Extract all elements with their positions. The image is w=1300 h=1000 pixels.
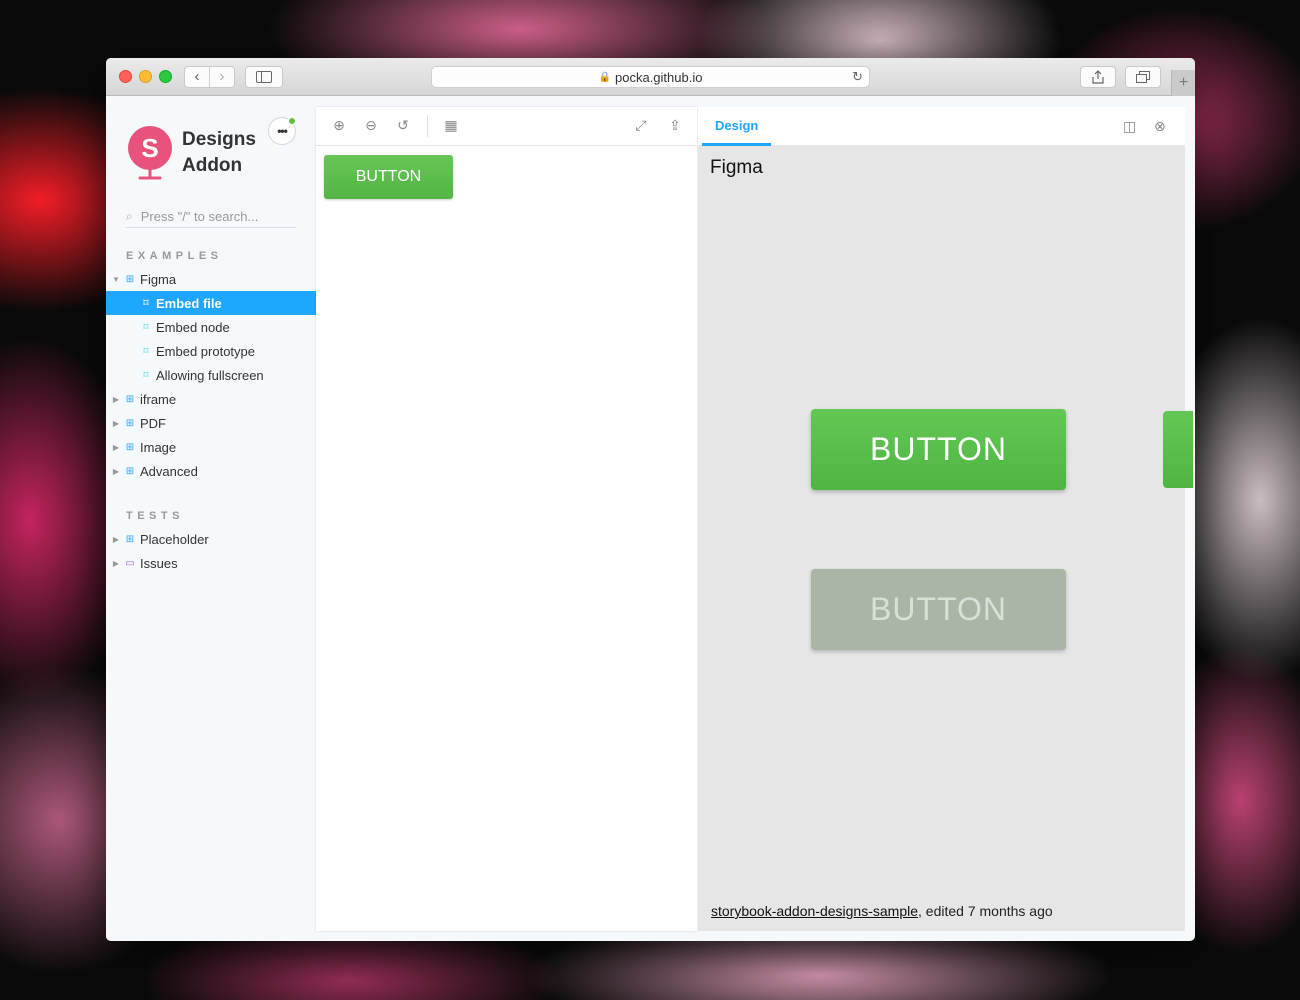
- svg-text:S: S: [141, 133, 158, 163]
- caret-right-icon: ▶: [112, 534, 120, 544]
- tabs-overview-button[interactable]: [1125, 66, 1161, 88]
- tree-item-label: Embed node: [156, 319, 230, 335]
- caret-right-icon: ▶: [112, 558, 120, 568]
- tree-item-label: Image: [140, 439, 177, 455]
- tree-item-label: Issues: [140, 555, 178, 571]
- component-icon: ⊞: [125, 465, 135, 477]
- sidebar-icon: [256, 71, 272, 83]
- edited-text: , edited 7 months ago: [918, 903, 1053, 919]
- lock-icon: 🔒: [598, 71, 611, 83]
- design-addon-panel: Design ◫ ⊗ Figma BUTTON BUTTON storybook…: [698, 107, 1193, 931]
- zoom-window-button[interactable]: [159, 70, 172, 83]
- tab-design[interactable]: Design: [702, 107, 772, 146]
- zoom-in-icon[interactable]: ⊕: [330, 117, 348, 134]
- addon-panel-header: Design ◫ ⊗: [698, 107, 1185, 146]
- sidebar: S Designs Addon ••• ⌕ Press "/" to searc…: [106, 97, 316, 941]
- reload-icon[interactable]: ↻: [852, 69, 863, 85]
- url-text: pocka.github.io: [615, 69, 703, 85]
- tree-item-label: iframe: [140, 391, 177, 407]
- tree-item-iframe[interactable]: ▶ ⊞ iframe: [106, 387, 316, 411]
- search-placeholder: Press "/" to search...: [140, 209, 259, 224]
- bookmark-icon: ⌑: [143, 345, 149, 357]
- canvas-toolbar: ⊕ ⊖ ↺ ▦ ⤢ ⇪: [316, 107, 697, 146]
- section-title-tests: TESTS: [126, 510, 184, 522]
- ellipsis-icon: •••: [277, 124, 288, 138]
- tabs-icon: [1136, 71, 1150, 83]
- figma-file-link[interactable]: storybook-addon-designs-sample: [711, 903, 918, 919]
- tree-item-label: Embed file: [156, 295, 222, 311]
- embed-title: Figma: [710, 157, 763, 178]
- panel-layout-icon[interactable]: ◫: [1123, 118, 1136, 135]
- component-icon: ⊞: [125, 533, 135, 545]
- caret-right-icon: ▶: [112, 394, 120, 404]
- caret-right-icon: ▶: [112, 442, 120, 452]
- preview-canvas: ⊕ ⊖ ↺ ▦ ⤢ ⇪ BUTTON: [316, 107, 697, 931]
- component-icon: ⊞: [125, 441, 135, 453]
- tree-item-embed-file[interactable]: ⌑ Embed file: [106, 291, 316, 315]
- figma-disabled-button: BUTTON: [811, 569, 1066, 650]
- search-input[interactable]: ⌕ Press "/" to search...: [126, 206, 296, 228]
- new-tab-button[interactable]: +: [1171, 70, 1195, 96]
- caret-down-icon: ▼: [112, 274, 120, 284]
- browser-titlebar: ‹ › 🔒 pocka.github.io ↻ +: [106, 58, 1195, 96]
- share-icon[interactable]: ⇪: [666, 117, 684, 134]
- history-nav: ‹ ›: [184, 66, 235, 88]
- tree-item-allowing-fullscreen[interactable]: ⌑ Allowing fullscreen: [106, 363, 316, 387]
- bookmark-icon: ⌑: [143, 369, 149, 381]
- bookmark-icon: ⌑: [143, 297, 149, 309]
- address-bar[interactable]: 🔒 pocka.github.io ↻: [431, 66, 870, 88]
- notification-dot: [288, 117, 296, 125]
- caret-right-icon: ▶: [112, 418, 120, 428]
- tree-item-label: Advanced: [140, 463, 198, 479]
- grid-icon[interactable]: ▦: [442, 117, 460, 134]
- more-menu-button[interactable]: •••: [268, 117, 296, 145]
- forward-button[interactable]: ›: [210, 67, 234, 87]
- brand-title-line2: Addon: [182, 155, 243, 176]
- figma-partial-button: [1163, 411, 1193, 488]
- search-icon: ⌕: [126, 209, 133, 223]
- component-icon: ⊞: [125, 273, 135, 285]
- browser-window: ‹ › 🔒 pocka.github.io ↻ + S Designs Addo…: [106, 58, 1195, 941]
- fullscreen-icon[interactable]: ⤢: [632, 117, 650, 134]
- tree-item-label: Embed prototype: [156, 343, 256, 359]
- brand[interactable]: S Designs Addon: [124, 124, 256, 182]
- tree-item-image[interactable]: ▶ ⊞ Image: [106, 435, 316, 459]
- caret-right-icon: ▶: [112, 466, 120, 476]
- folder-icon: ▭: [125, 557, 135, 569]
- share-button[interactable]: [1080, 66, 1116, 88]
- tree-item-advanced[interactable]: ▶ ⊞ Advanced: [106, 459, 316, 483]
- share-icon: [1092, 70, 1104, 84]
- zoom-reset-icon[interactable]: ↺: [394, 117, 412, 134]
- brand-title-line1: Designs: [182, 129, 256, 150]
- tree-item-label: Placeholder: [140, 531, 209, 547]
- close-window-button[interactable]: [119, 70, 132, 83]
- story-preview-button[interactable]: BUTTON: [324, 155, 453, 199]
- figma-primary-button: BUTTON: [811, 409, 1066, 490]
- back-button[interactable]: ‹: [185, 67, 210, 87]
- tree-item-figma[interactable]: ▼ ⊞ Figma: [106, 267, 316, 291]
- tree-item-label: PDF: [140, 415, 166, 431]
- figma-file-info: storybook-addon-designs-sample, edited 7…: [711, 903, 1053, 919]
- section-title-examples: EXAMPLES: [126, 250, 223, 262]
- tree-item-placeholder[interactable]: ▶ ⊞ Placeholder: [106, 527, 316, 551]
- microphone-logo-icon: S: [124, 124, 176, 182]
- minimize-window-button[interactable]: [139, 70, 152, 83]
- tree-item-label: Allowing fullscreen: [156, 367, 264, 383]
- component-icon: ⊞: [125, 417, 135, 429]
- tree-item-pdf[interactable]: ▶ ⊞ PDF: [106, 411, 316, 435]
- zoom-out-icon[interactable]: ⊖: [362, 117, 380, 134]
- tree-item-embed-node[interactable]: ⌑ Embed node: [106, 315, 316, 339]
- storybook-app: S Designs Addon ••• ⌕ Press "/" to searc…: [106, 97, 1195, 941]
- tree-item-label: Figma: [140, 271, 177, 287]
- tree-item-embed-prototype[interactable]: ⌑ Embed prototype: [106, 339, 316, 363]
- component-icon: ⊞: [125, 393, 135, 405]
- sidebar-toggle-button[interactable]: [245, 66, 283, 88]
- toolbar-divider: [427, 115, 428, 137]
- close-panel-icon[interactable]: ⊗: [1154, 118, 1166, 135]
- tree-item-issues[interactable]: ▶ ▭ Issues: [106, 551, 316, 575]
- bookmark-icon: ⌑: [143, 321, 149, 333]
